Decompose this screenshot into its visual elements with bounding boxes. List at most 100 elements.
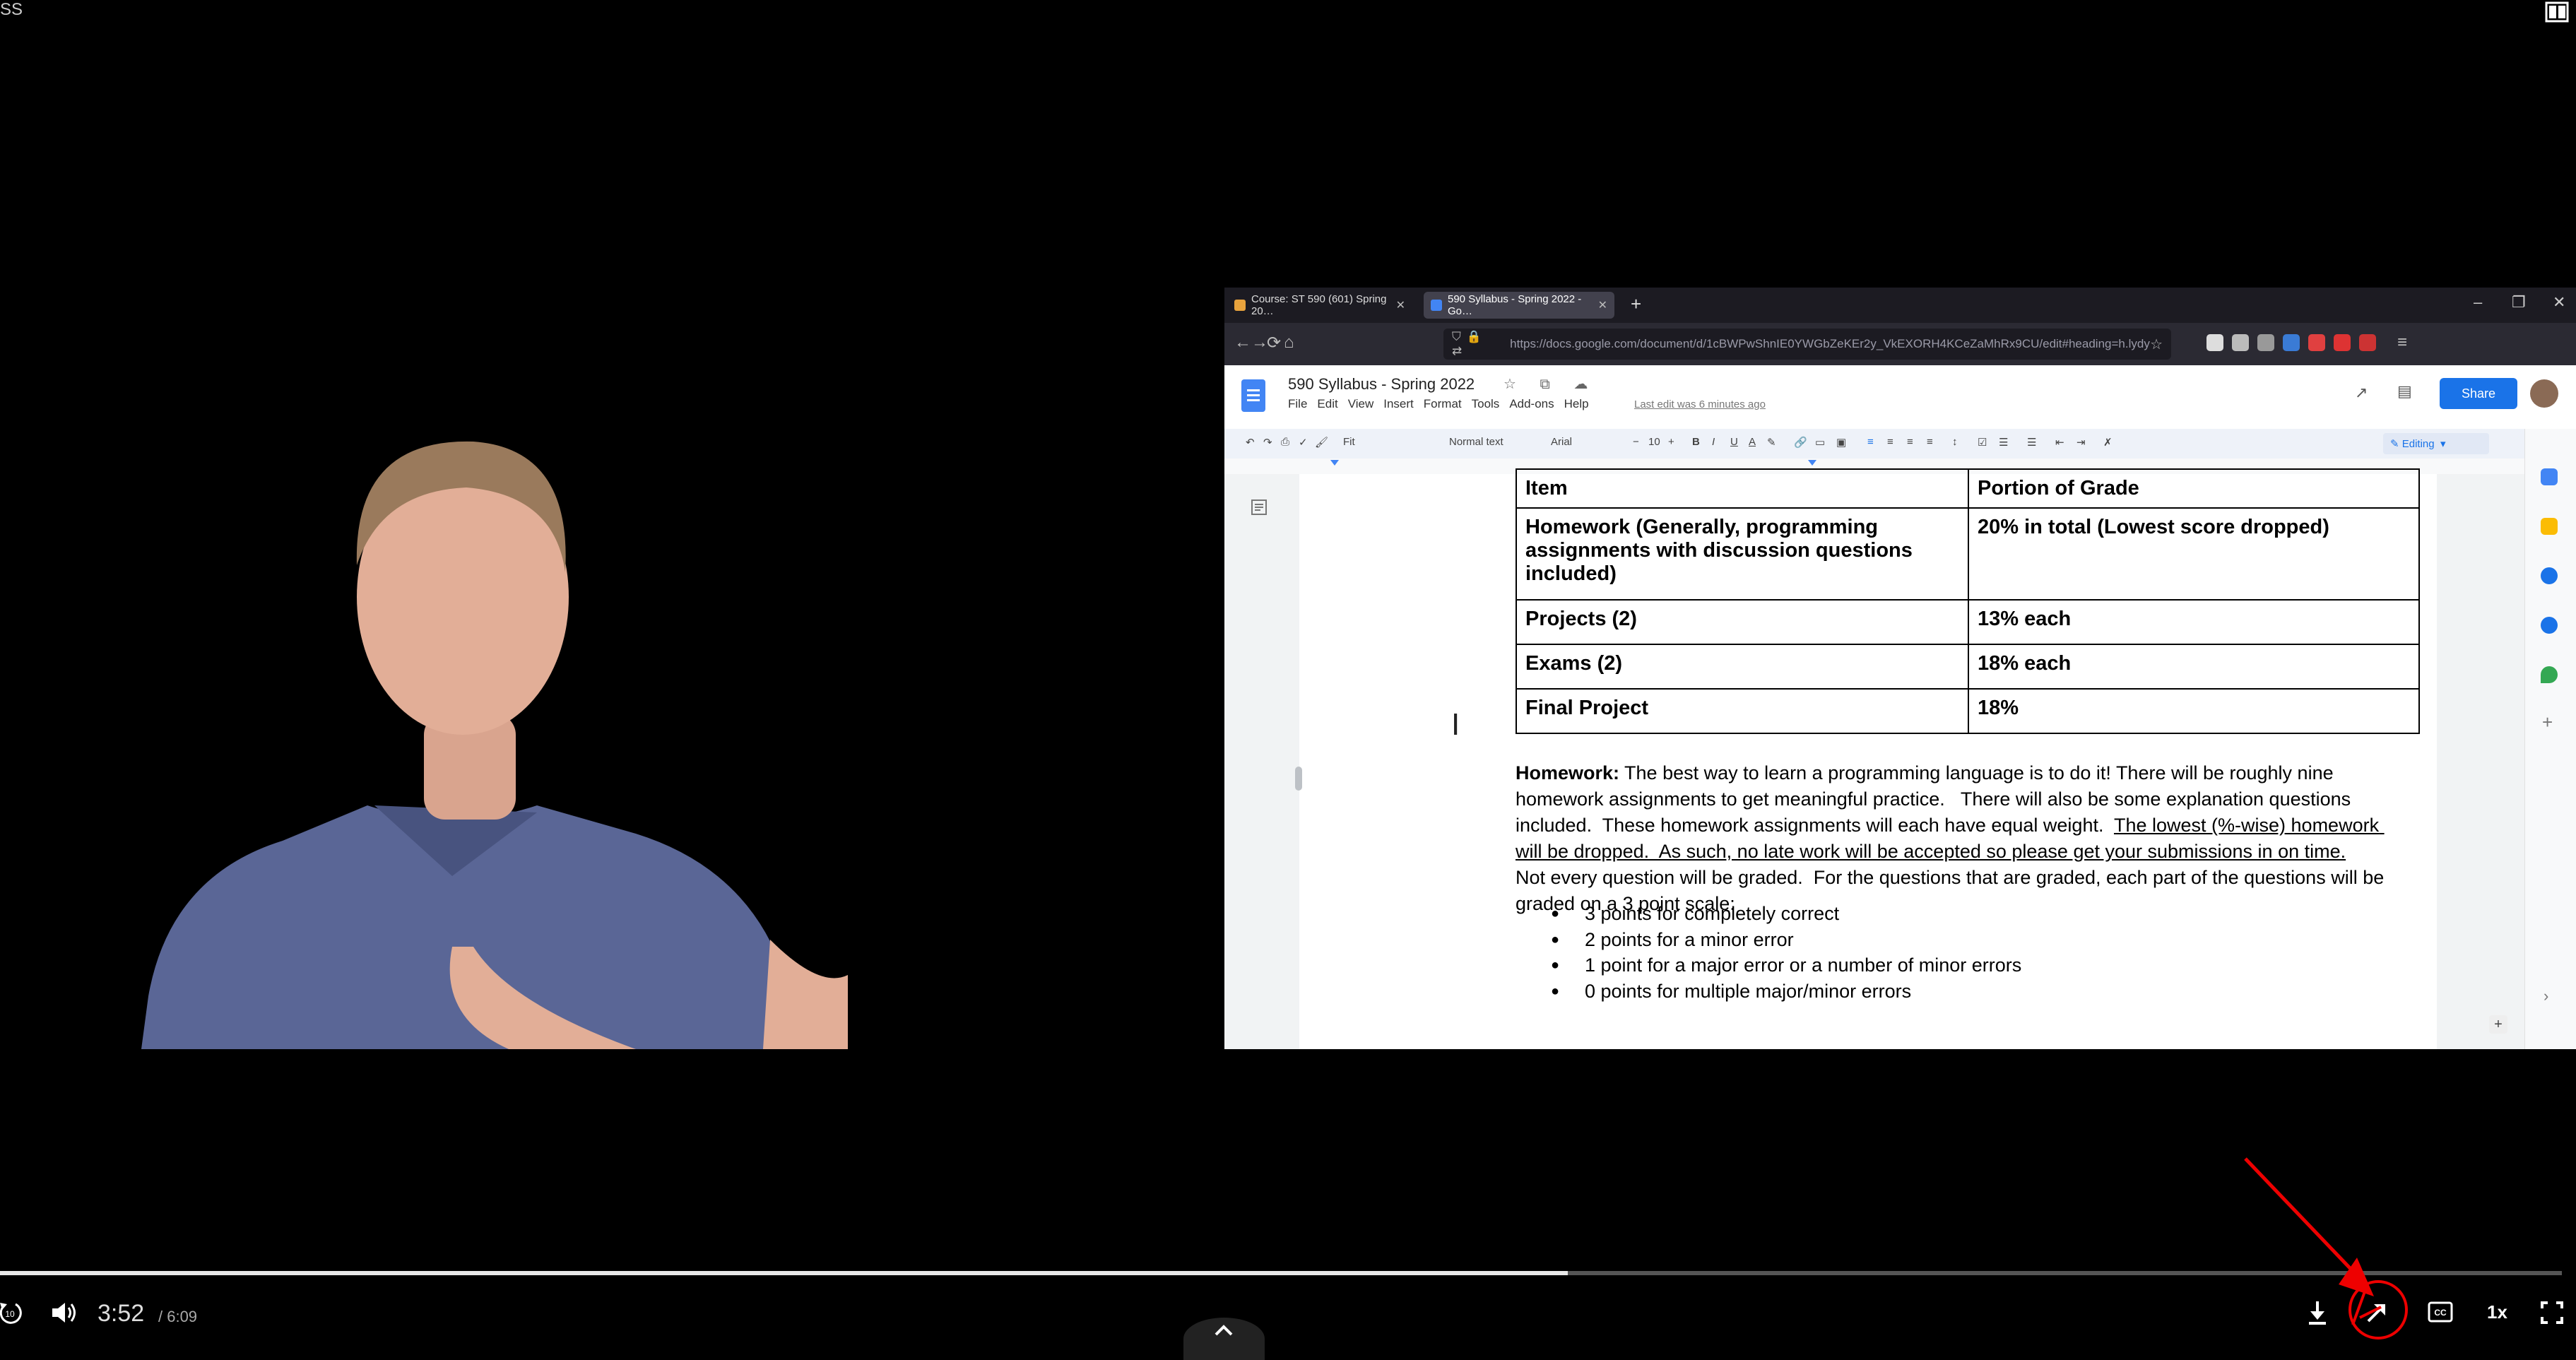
table-cell[interactable]: Homework (Generally, programming assignm…	[1516, 507, 1969, 601]
calendar-icon[interactable]	[2541, 468, 2558, 485]
menu-insert[interactable]: Insert	[1383, 397, 1414, 411]
list-item[interactable]: 2 points for a minor error	[1516, 927, 2385, 953]
table-cell[interactable]: 13% each	[1968, 599, 2420, 645]
menu-file[interactable]: File	[1288, 397, 1307, 411]
table-cell[interactable]: Item	[1516, 468, 1969, 509]
table-cell[interactable]: Portion of Grade	[1968, 468, 2420, 509]
numbered-list-icon[interactable]: ☰	[2027, 436, 2036, 449]
redo-icon[interactable]: ↷	[1263, 436, 1272, 449]
extension-icon[interactable]	[2283, 334, 2300, 351]
print-icon[interactable]: ⎙	[1281, 436, 1289, 448]
spellcheck-icon[interactable]: ✓	[1299, 436, 1308, 449]
rewind-icon[interactable]: 10	[0, 1299, 24, 1327]
site-security-icon[interactable]: ⛉🔒⇄	[1452, 330, 1500, 358]
table-cell[interactable]: Final Project	[1516, 688, 1969, 734]
keep-icon[interactable]	[2541, 518, 2558, 535]
list-item[interactable]: 1 point for a major error or a number of…	[1516, 952, 2385, 978]
font-select[interactable]: Arial	[1551, 436, 1572, 448]
comment-icon[interactable]: ▭	[1815, 436, 1825, 449]
restore-button[interactable]: ❐	[2512, 293, 2526, 312]
browser-tab-course[interactable]: Course: ST 590 (601) Spring 20… ✕	[1227, 292, 1412, 319]
expand-panel-icon[interactable]: ›	[2543, 987, 2548, 1005]
homework-paragraph[interactable]: Homework: The best way to learn a progra…	[1516, 760, 2385, 917]
increase-font-icon[interactable]: +	[1668, 436, 1674, 448]
menu-tools[interactable]: Tools	[1472, 397, 1500, 411]
tasks-icon[interactable]	[2541, 567, 2558, 584]
checklist-icon[interactable]: ☑	[1978, 436, 1987, 449]
last-edit-link[interactable]: Last edit was 6 minutes ago	[1634, 398, 1766, 410]
decrease-indent-icon[interactable]: ⇤	[2055, 436, 2064, 449]
italic-button[interactable]: I	[1712, 436, 1715, 448]
menu-edit[interactable]: Edit	[1317, 397, 1337, 411]
align-right-icon[interactable]: ≡	[1907, 436, 1913, 448]
playback-speed-button[interactable]: 1x	[2487, 1301, 2507, 1323]
list-item[interactable]: 3 points for completely correct	[1516, 901, 2385, 927]
style-select[interactable]: Normal text	[1449, 436, 1503, 448]
reload-icon[interactable]: ⟳	[1267, 333, 1281, 353]
table-cell[interactable]: 18% each	[1968, 644, 2420, 690]
contacts-icon[interactable]	[2541, 617, 2558, 634]
account-avatar[interactable]	[2530, 379, 2558, 408]
add-addon-icon[interactable]: +	[2542, 711, 2553, 733]
document-outline-icon[interactable]	[1250, 498, 1268, 516]
bookmark-star-icon[interactable]: ☆	[2150, 336, 2163, 353]
list-item[interactable]: 0 points for multiple major/minor errors	[1516, 978, 2385, 1005]
clear-formatting-icon[interactable]: ✗	[2103, 436, 2113, 449]
address-bar[interactable]: ⛉🔒⇄ https://docs.google.com/document/d/1…	[1443, 329, 2171, 360]
text-color-button[interactable]: A	[1749, 436, 1756, 448]
document-scrollbar[interactable]	[1295, 767, 1302, 791]
pocket-icon[interactable]	[2206, 334, 2223, 351]
extension-icon[interactable]	[2334, 334, 2351, 351]
line-spacing-icon[interactable]: ↕	[1952, 436, 1958, 448]
comment-history-icon[interactable]: ▤	[2397, 382, 2412, 401]
table-cell[interactable]: Projects (2)	[1516, 599, 1969, 645]
bulleted-list-icon[interactable]: ☰	[1999, 436, 2008, 449]
close-tab-icon[interactable]: ✕	[1396, 298, 1405, 312]
document-page[interactable]: Item Portion of Grade Homework (Generall…	[1299, 468, 2437, 1049]
minimize-button[interactable]: –	[2474, 293, 2482, 312]
font-size-input[interactable]: 10	[1648, 436, 1660, 448]
close-window-button[interactable]: ✕	[2553, 293, 2565, 312]
menu-view[interactable]: View	[1348, 397, 1374, 411]
document-title[interactable]: 590 Syllabus - Spring 2022	[1288, 375, 1475, 394]
expand-panel-button[interactable]	[1183, 1318, 1265, 1360]
volume-icon[interactable]	[49, 1300, 78, 1325]
maps-icon[interactable]	[2541, 666, 2558, 683]
forward-arrow-icon[interactable]: →	[1251, 333, 1268, 353]
zoom-select[interactable]: Fit	[1343, 436, 1355, 448]
align-center-icon[interactable]: ≡	[1887, 436, 1893, 448]
adblock-icon[interactable]	[2308, 334, 2325, 351]
link-icon[interactable]: 🔗	[1794, 436, 1807, 449]
increase-indent-icon[interactable]: ⇥	[2076, 436, 2086, 449]
editing-mode-select[interactable]: ✎ Editing ▾	[2383, 433, 2489, 454]
image-icon[interactable]: ▣	[1836, 436, 1846, 449]
table-cell[interactable]: 20% in total (Lowest score dropped)	[1968, 507, 2420, 601]
paint-format-icon[interactable]: 🖌	[1315, 436, 1328, 449]
captions-icon[interactable]: CC	[2428, 1301, 2453, 1323]
share-button[interactable]: Share	[2440, 378, 2517, 409]
fullscreen-icon[interactable]	[2539, 1300, 2565, 1325]
bold-button[interactable]: B	[1692, 436, 1700, 448]
underline-button[interactable]: U	[1730, 436, 1738, 448]
table-cell[interactable]: 18%	[1968, 688, 2420, 734]
menu-addons[interactable]: Add-ons	[1509, 397, 1554, 411]
align-left-icon[interactable]: ≡	[1867, 436, 1874, 448]
undo-icon[interactable]: ↶	[1246, 436, 1255, 449]
extension-icon[interactable]	[2257, 334, 2274, 351]
home-icon[interactable]: ⌂	[1284, 333, 1294, 353]
menu-format[interactable]: Format	[1424, 397, 1462, 411]
menu-icon[interactable]: ≡	[2397, 333, 2407, 353]
layout-toggle-icon[interactable]	[2545, 1, 2569, 23]
docs-logo-icon[interactable]	[1241, 379, 1265, 412]
table-cell[interactable]: Exams (2)	[1516, 644, 1969, 690]
close-tab-icon[interactable]: ✕	[1598, 298, 1607, 312]
library-icon[interactable]	[2232, 334, 2249, 351]
new-tab-button[interactable]: +	[1631, 293, 1641, 315]
activity-trend-icon[interactable]: ↗	[2355, 384, 2368, 402]
explore-icon[interactable]: +	[2489, 1015, 2507, 1034]
menu-help[interactable]: Help	[1564, 397, 1589, 411]
justify-icon[interactable]: ≡	[1927, 436, 1933, 448]
highlight-icon[interactable]: ✎	[1767, 436, 1776, 449]
extension-icon[interactable]	[2359, 334, 2376, 351]
star-move-cloud-icons[interactable]: ☆ ⧉ ☁	[1503, 375, 1597, 393]
